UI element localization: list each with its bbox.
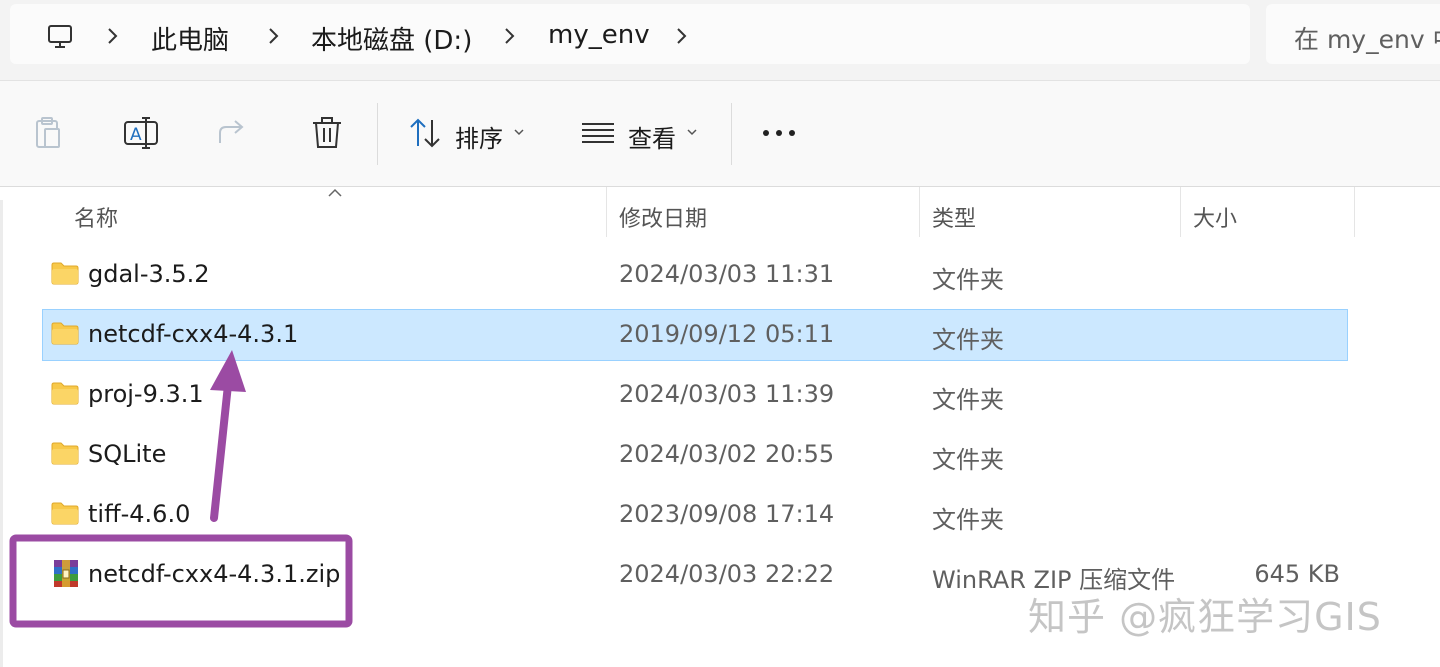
file-modified-date: 2024/03/02 20:55 — [619, 440, 835, 468]
svg-text:A: A — [130, 125, 142, 145]
file-modified-date: 2023/09/08 17:14 — [619, 500, 835, 528]
rename-icon[interactable]: A — [121, 113, 161, 153]
file-name: netcdf-cxx4-4.3.1 — [88, 320, 299, 348]
view-icon[interactable] — [578, 113, 618, 153]
folder-icon — [51, 322, 79, 345]
search-placeholder: 在 my_env 中搜索 — [1294, 25, 1440, 54]
chevron-down-icon[interactable] — [513, 127, 525, 137]
file-type: 文件夹 — [932, 266, 1004, 294]
file-row-selected[interactable]: netcdf-cxx4-4.3.1 2019/09/12 05:11 文件夹 — [42, 309, 1348, 361]
sort-icon[interactable] — [406, 113, 446, 153]
chevron-right-icon[interactable] — [106, 26, 118, 46]
file-row[interactable]: gdal-3.5.2 2024/03/03 11:31 文件夹 — [42, 249, 1348, 301]
file-row[interactable]: proj-9.3.1 2024/03/03 11:39 文件夹 — [42, 369, 1348, 421]
file-name: gdal-3.5.2 — [88, 260, 210, 288]
file-modified-date: 2019/09/12 05:11 — [619, 320, 835, 348]
column-header-type[interactable]: 类型 — [932, 201, 976, 233]
folder-icon — [51, 502, 79, 525]
file-type: 文件夹 — [932, 326, 1004, 354]
file-name: SQLite — [88, 440, 167, 468]
file-type: 文件夹 — [932, 386, 1004, 414]
more-options-icon[interactable] — [759, 113, 799, 153]
file-name: proj-9.3.1 — [88, 380, 204, 408]
file-type: 文件夹 — [932, 506, 1004, 534]
view-button-label[interactable]: 查看 — [628, 119, 676, 154]
breadcrumb-this-pc[interactable]: 此电脑 — [151, 20, 229, 57]
navigation-pane-border — [0, 200, 3, 667]
file-modified-date: 2024/03/03 22:22 — [619, 560, 835, 588]
file-type: 文件夹 — [932, 446, 1004, 474]
column-divider[interactable] — [1354, 187, 1355, 237]
watermark: 知乎 @疯狂学习GIS — [1028, 595, 1382, 639]
file-row[interactable]: SQLite 2024/03/02 20:55 文件夹 — [42, 429, 1348, 481]
column-divider[interactable] — [1180, 187, 1181, 237]
address-bar[interactable]: 此电脑 本地磁盘 (D:) my_env — [10, 4, 1250, 64]
delete-icon[interactable] — [307, 113, 347, 153]
breadcrumb-local-disk-d[interactable]: 本地磁盘 (D:) — [311, 20, 472, 57]
column-header-name[interactable]: 名称 — [74, 201, 118, 233]
file-size: 645 KB — [1254, 560, 1340, 588]
column-header-row: 名称 修改日期 类型 大小 — [0, 187, 1360, 239]
file-modified-date: 2024/03/03 11:31 — [619, 260, 835, 288]
address-bar-band: 此电脑 本地磁盘 (D:) my_env 在 my_env 中搜索 — [0, 0, 1440, 81]
column-header-modified[interactable]: 修改日期 — [619, 201, 707, 233]
folder-icon — [51, 442, 79, 465]
file-name: netcdf-cxx4-4.3.1.zip — [88, 560, 341, 588]
chevron-right-icon[interactable] — [503, 26, 515, 46]
toolbar-separator — [377, 103, 378, 165]
file-row[interactable]: tiff-4.6.0 2023/09/08 17:14 文件夹 — [42, 489, 1348, 541]
toolbar-separator — [731, 103, 732, 165]
paste-icon[interactable] — [28, 113, 68, 153]
winrar-archive-icon — [54, 560, 78, 587]
search-box[interactable]: 在 my_env 中搜索 — [1266, 4, 1440, 64]
chevron-right-icon[interactable] — [267, 26, 279, 46]
file-modified-date: 2024/03/03 11:39 — [619, 380, 835, 408]
this-pc-icon[interactable] — [46, 23, 74, 51]
file-name: tiff-4.6.0 — [88, 500, 191, 528]
folder-icon — [51, 262, 79, 285]
breadcrumb-my-env[interactable]: my_env — [548, 20, 650, 50]
column-header-size[interactable]: 大小 — [1193, 201, 1237, 233]
sort-ascending-icon — [328, 188, 342, 197]
chevron-down-icon[interactable] — [686, 127, 698, 137]
sort-button-label[interactable]: 排序 — [455, 119, 503, 154]
chevron-right-icon[interactable] — [675, 26, 687, 46]
command-toolbar: A 排序 查看 — [0, 81, 1440, 187]
share-icon[interactable] — [214, 113, 254, 153]
folder-icon — [51, 382, 79, 405]
column-divider[interactable] — [919, 187, 920, 237]
column-divider[interactable] — [606, 187, 607, 237]
